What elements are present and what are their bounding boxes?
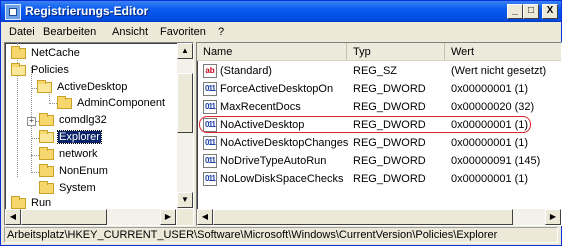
list-row[interactable]: 011 NoLowDiskSpaceChecks REG_DWORD 0x000…: [197, 171, 561, 188]
menu-datei[interactable]: Datei: [9, 26, 35, 38]
scroll-right-icon[interactable]: ▶: [160, 209, 176, 225]
maximize-button[interactable]: □: [523, 4, 539, 19]
registry-editor-icon: [5, 4, 21, 20]
registry-editor-window: Registrierungs-Editor _ □ X Datei Bearbe…: [0, 0, 562, 246]
tree-vertical-scrollbar[interactable]: ▲ ▼: [177, 43, 193, 208]
column-header-name[interactable]: Name: [197, 43, 347, 60]
string-value-icon: ab: [203, 64, 217, 78]
dword-value-icon: 011: [203, 118, 217, 132]
folder-icon: [39, 164, 54, 177]
list-header: Name Typ Wert: [197, 43, 561, 61]
scroll-thumb[interactable]: [177, 73, 193, 133]
folder-icon: [39, 113, 54, 126]
list-row[interactable]: 011 NoDriveTypeAutoRun REG_DWORD 0x00000…: [197, 153, 561, 170]
dword-value-icon: 011: [203, 136, 217, 150]
scroll-thumb[interactable]: [21, 209, 107, 225]
tree-horizontal-scrollbar[interactable]: ◀ ▶: [5, 209, 176, 225]
title-bar[interactable]: Registrierungs-Editor _ □ X: [1, 1, 561, 22]
menu-bearbeiten[interactable]: Bearbeiten: [43, 26, 96, 38]
values-list-pane[interactable]: Name Typ Wert ab (Standard) REG_SZ (Wert…: [196, 42, 562, 226]
column-header-type[interactable]: Typ: [347, 43, 445, 60]
list-row[interactable]: 011 MaxRecentDocs REG_DWORD 0x00000020 (…: [197, 99, 561, 116]
close-button[interactable]: X: [542, 4, 558, 19]
scroll-right-icon[interactable]: ▶: [545, 209, 561, 225]
folder-icon: [39, 147, 54, 160]
folder-icon: [11, 196, 26, 209]
list-horizontal-scrollbar[interactable]: ◀ ▶: [197, 209, 561, 225]
open-folder-icon: [37, 80, 52, 93]
menu-help[interactable]: ?: [218, 26, 224, 38]
scroll-corner: [177, 209, 193, 225]
list-row[interactable]: 011 ForceActiveDesktopOn REG_DWORD 0x000…: [197, 81, 561, 98]
expand-plus-icon[interactable]: +: [27, 117, 36, 126]
scroll-left-icon[interactable]: ◀: [5, 209, 21, 225]
open-folder-icon: [11, 63, 26, 76]
dword-value-icon: 011: [203, 172, 217, 186]
column-header-value[interactable]: Wert: [445, 43, 561, 60]
key-tree-pane[interactable]: NetCache Policies ActiveDesktop AdminCom…: [4, 42, 194, 226]
minimize-button[interactable]: _: [507, 4, 523, 19]
folder-icon: [39, 181, 54, 194]
menu-bar: Datei Bearbeiten Ansicht Favoriten ?: [1, 23, 561, 41]
window-title: Registrierungs-Editor: [25, 4, 149, 18]
scroll-down-icon[interactable]: ▼: [177, 192, 193, 208]
menu-favoriten[interactable]: Favoriten: [160, 26, 206, 38]
folder-icon: [57, 96, 72, 109]
dword-value-icon: 011: [203, 154, 217, 168]
dword-value-icon: 011: [203, 82, 217, 96]
list-row[interactable]: 011 NoActiveDesktopChanges REG_DWORD 0x0…: [197, 135, 561, 152]
list-row[interactable]: ab (Standard) REG_SZ (Wert nicht gesetzt…: [197, 63, 561, 80]
folder-icon: [11, 46, 26, 59]
scroll-up-icon[interactable]: ▲: [177, 43, 193, 59]
menu-ansicht[interactable]: Ansicht: [112, 26, 148, 38]
status-bar-path: Arbeitsplatz\HKEY_CURRENT_USER\Software\…: [4, 227, 558, 243]
dword-value-icon: 011: [203, 100, 217, 114]
list-row[interactable]: 011 NoActiveDesktop REG_DWORD 0x00000001…: [197, 117, 561, 134]
tree-guide-line: [49, 103, 57, 104]
open-folder-icon: [39, 130, 54, 143]
scroll-thumb[interactable]: [213, 209, 513, 225]
scroll-left-icon[interactable]: ◀: [197, 209, 213, 225]
